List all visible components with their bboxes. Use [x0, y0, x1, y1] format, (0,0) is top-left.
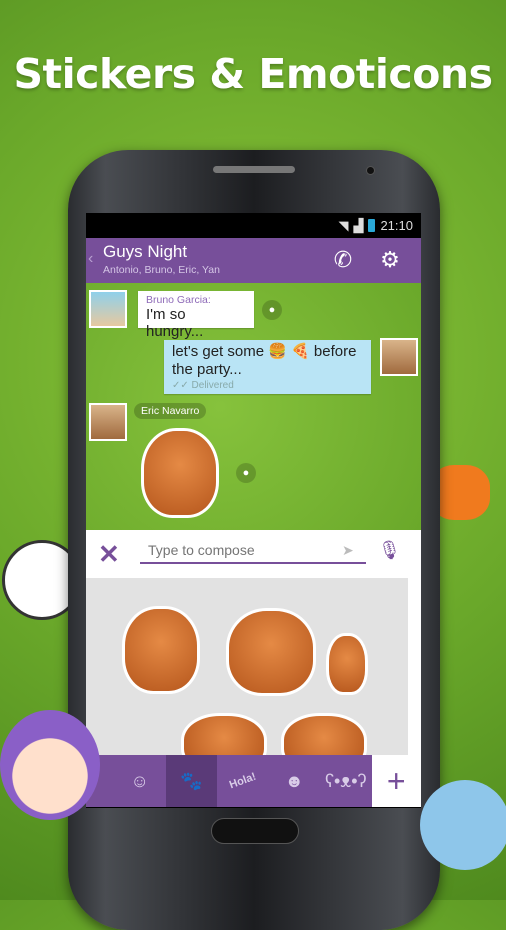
camera — [366, 166, 375, 175]
send-icon[interactable]: ➤ — [342, 542, 354, 559]
sticker-scrollbar[interactable] — [408, 578, 421, 755]
message-sender: Bruno Garcia: — [146, 294, 211, 306]
status-bar: ◥ ▟ 21:10 — [86, 213, 421, 238]
tab-girl-sticker[interactable]: ☻ — [269, 755, 321, 807]
headline: Stickers & Emoticons — [13, 50, 494, 98]
tab-face-sticker[interactable]: ☺ — [114, 755, 166, 807]
home-button[interactable] — [211, 818, 299, 844]
tab-koala-sticker[interactable]: ʕ•ᴥ•ʔ — [320, 755, 372, 807]
add-stickers-button[interactable]: + — [371, 755, 421, 807]
signal-icon: ▟ — [353, 217, 364, 233]
message-text: let's get some 🍔 🍕 before the party... — [172, 343, 357, 378]
close-x-icon[interactable]: ✕ — [98, 539, 120, 570]
message-outgoing[interactable]: let's get some 🍔 🍕 before the party... ✓… — [164, 340, 371, 394]
sticker-tabs: ☺ 🐾 Hola! ☻ ʕ•ᴥ•ʔ + — [86, 755, 421, 807]
message-status: Delivered — [191, 380, 234, 391]
tab-red-panda-sticker[interactable]: 🐾 — [165, 755, 217, 807]
purple-hair-girl-decoration — [0, 710, 100, 820]
speaker-grille — [213, 166, 295, 173]
chat-area: Bruno Garcia: I'm so hungry... ● let's g… — [86, 283, 421, 530]
tab-hola-sticker[interactable]: Hola! — [210, 748, 276, 808]
back-chevron-icon[interactable]: ‹ — [88, 250, 93, 268]
koala-decoration — [420, 780, 506, 870]
delivered-check-icon: ✓✓ — [172, 380, 192, 391]
status-time: 21:10 — [380, 218, 413, 233]
chat-title: Guys Night — [103, 242, 188, 261]
compose-bar: ✕ ➤ 🎙 — [86, 530, 421, 578]
message-incoming[interactable]: Bruno Garcia: I'm so hungry... — [138, 291, 254, 340]
call-icon[interactable]: ✆ — [329, 247, 357, 275]
battery-icon — [368, 219, 376, 232]
red-panda-burger-sticker[interactable] — [141, 428, 219, 518]
location-pin-icon[interactable]: ● — [236, 463, 256, 483]
avatar-eric — [89, 403, 127, 441]
sticker[interactable] — [326, 633, 368, 695]
phone-screen: ◥ ▟ 21:10 ‹ Guys Night Antonio, Bruno, E… — [86, 213, 421, 808]
avatar-self — [380, 338, 418, 376]
settings-gear-icon[interactable]: ⚙ — [376, 247, 404, 275]
sticker[interactable] — [122, 606, 200, 694]
sticker[interactable] — [226, 608, 316, 696]
microphone-icon[interactable]: 🎙 — [378, 540, 401, 561]
chat-header: ‹ Guys Night Antonio, Bruno, Eric, Yan ✆… — [86, 238, 421, 283]
chat-participants: Antonio, Bruno, Eric, Yan — [103, 264, 220, 276]
message-sender: Eric Navarro — [134, 403, 207, 419]
sticker[interactable] — [281, 713, 367, 755]
sticker-grid — [86, 578, 421, 755]
message-text: I'm so hungry... — [146, 306, 204, 340]
location-pin-icon[interactable]: ● — [262, 300, 282, 320]
wifi-icon: ◥ — [338, 217, 349, 233]
avatar-bruno — [89, 290, 127, 328]
compose-input[interactable] — [140, 538, 366, 564]
